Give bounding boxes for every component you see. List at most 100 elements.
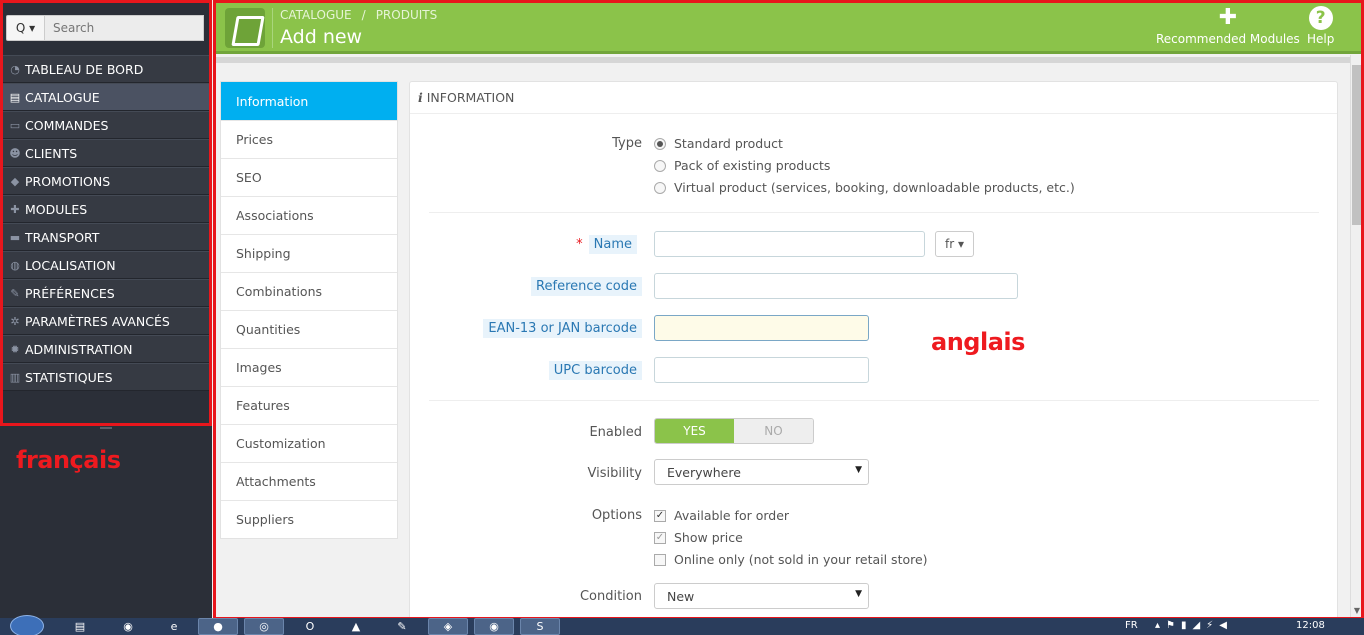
tab-prices[interactable]: Prices xyxy=(221,120,397,158)
sidebar-item-clients[interactable]: ☻ CLIENTS xyxy=(0,139,210,167)
language-select[interactable]: fr ▾ xyxy=(935,231,974,257)
tab-combinations[interactable]: Combinations xyxy=(221,272,397,310)
ie-icon[interactable]: e xyxy=(154,618,194,635)
product-tabs: Information Prices SEO Associations Shipping… xyxy=(220,81,398,539)
reference-code-input[interactable] xyxy=(654,273,1018,299)
credit-card-icon: ▭ xyxy=(9,118,21,132)
tab-suppliers[interactable]: Suppliers xyxy=(221,500,397,538)
panel-heading: i INFORMATION xyxy=(410,82,1337,114)
enabled-toggle[interactable]: YES NO xyxy=(654,418,814,444)
condition-select[interactable]: New ▼ xyxy=(654,583,869,609)
screen: Q ▾ ◔ TABLEAU DE BORD ▤ CATALOGUE ▭ COMMANDES… xyxy=(0,0,1364,635)
enabled-no-button[interactable]: NO xyxy=(734,419,813,443)
sidebar-item-commandes[interactable]: ▭ COMMANDES xyxy=(0,111,210,139)
sidebar-item-transport[interactable]: ▬ TRANSPORT xyxy=(0,223,210,251)
condition-value: New xyxy=(667,588,695,604)
search-bar: Q ▾ xyxy=(6,15,204,41)
scroll-down-icon[interactable]: ▼ xyxy=(1352,606,1362,616)
opera-icon[interactable]: O xyxy=(290,618,330,635)
vlc-icon[interactable]: ▲ xyxy=(336,618,376,635)
breadcrumb-catalogue[interactable]: CATALOGUE xyxy=(280,8,352,22)
option-online-only[interactable]: Online only (not sold in your retail sto… xyxy=(654,552,928,567)
sidebar-item-statistiques[interactable]: ▥ STATISTIQUES xyxy=(0,363,210,391)
chevron-down-icon: ▼ xyxy=(855,465,862,475)
chrome-icon[interactable]: ◎ xyxy=(244,618,284,635)
skype-icon[interactable]: S xyxy=(520,618,560,635)
puzzle-icon: ✚ xyxy=(10,202,20,216)
sidebar-item-promotions[interactable]: ◆ PROMOTIONS xyxy=(0,167,210,195)
app-icon[interactable]: ◈ xyxy=(428,618,468,635)
upc-input[interactable] xyxy=(654,357,869,383)
page-header: CATALOGUE / PRODUITS Add new ✚ Recommend… xyxy=(215,2,1361,54)
recommended-modules-button[interactable]: ✚ Recommended Modules xyxy=(1156,5,1300,47)
search-icon[interactable]: Q ▾ xyxy=(6,15,45,41)
app-icon[interactable]: ◉ xyxy=(474,618,514,635)
sidebar-item-label: CLIENTS xyxy=(25,145,78,161)
upc-label: UPC barcode xyxy=(548,361,642,380)
help-icon: ? xyxy=(1308,6,1333,30)
sidebar-item-localisation[interactable]: ◍ LOCALISATION xyxy=(0,251,210,279)
sidebar-item-label: PARAMÈTRES AVANCÉS xyxy=(25,313,170,329)
tab-associations[interactable]: Associations xyxy=(221,196,397,234)
notepad-icon[interactable]: ✎ xyxy=(382,618,422,635)
sidebar-item-tableau-de-bord[interactable]: ◔ TABLEAU DE BORD xyxy=(0,55,210,83)
cogs-icon: ✲ xyxy=(10,314,20,328)
tray-language[interactable]: FR xyxy=(1125,620,1138,631)
type-option-standard[interactable]: Standard product xyxy=(654,136,783,151)
ean-input[interactable] xyxy=(654,315,869,341)
divider xyxy=(429,400,1319,401)
tray-clock[interactable]: 12:08 xyxy=(1296,620,1325,631)
recommended-modules-label: Recommended Modules xyxy=(1156,32,1300,46)
sidebar-item-catalogue[interactable]: ▤ CATALOGUE xyxy=(0,83,210,111)
option-available-for-order[interactable]: ✓ Available for order xyxy=(654,508,789,523)
enabled-label: Enabled xyxy=(589,425,642,440)
help-button[interactable]: ? Help xyxy=(1307,6,1334,46)
globe-icon: ◍ xyxy=(10,258,20,272)
tab-customization[interactable]: Customization xyxy=(221,424,397,462)
checkbox-available[interactable]: ✓ xyxy=(654,509,666,522)
tab-features[interactable]: Features xyxy=(221,386,397,424)
tags-icon: ◆ xyxy=(10,174,20,188)
checkbox-show-price[interactable]: ✓ xyxy=(654,531,666,544)
start-button[interactable] xyxy=(10,615,44,635)
sidebar-item-administration[interactable]: ✹ ADMINISTRATION xyxy=(0,335,210,363)
sidebar-item-pr-f-rences[interactable]: ✎ PRÉFÉRENCES xyxy=(0,279,210,307)
tab-attachments[interactable]: Attachments xyxy=(221,462,397,500)
option-show-price[interactable]: ✓ Show price xyxy=(654,530,743,545)
sidebar-collapse-handle[interactable] xyxy=(100,427,112,429)
type-option-pack[interactable]: Pack of existing products xyxy=(654,158,830,173)
checkbox-online-only[interactable] xyxy=(654,553,666,566)
radio-virtual[interactable] xyxy=(654,181,666,194)
tray-icons[interactable]: ▴⚑▮◢⚡◀ xyxy=(1155,620,1233,631)
type-option-virtual[interactable]: Virtual product (services, booking, down… xyxy=(654,180,1075,195)
radio-pack[interactable] xyxy=(654,159,666,172)
sidebar-item-label: PROMOTIONS xyxy=(25,173,111,189)
tab-shipping[interactable]: Shipping xyxy=(221,234,397,272)
sidebar-item-modules[interactable]: ✚ MODULES xyxy=(0,195,210,223)
tab-quantities[interactable]: Quantities xyxy=(221,310,397,348)
tab-information[interactable]: Information xyxy=(221,82,397,120)
ean-label: EAN-13 or JAN barcode xyxy=(483,319,642,338)
panel-heading-label: INFORMATION xyxy=(426,90,515,105)
explorer-icon[interactable]: ▤ xyxy=(60,618,100,635)
visibility-select[interactable]: Everywhere ▼ xyxy=(654,459,869,485)
content-top-strip xyxy=(215,57,1361,63)
radio-standard[interactable] xyxy=(654,137,666,150)
media-icon[interactable]: ◉ xyxy=(108,618,148,635)
puzzle-icon: ✚ xyxy=(1218,5,1238,30)
reference-code-label: Reference code xyxy=(531,277,642,296)
page-scrollbar[interactable]: ▼ xyxy=(1350,55,1362,618)
tab-images[interactable]: Images xyxy=(221,348,397,386)
breadcrumb-produits[interactable]: PRODUITS xyxy=(376,8,438,22)
name-input[interactable] xyxy=(654,231,925,257)
type-option-label: Pack of existing products xyxy=(674,158,831,173)
sidebar-item-label: TABLEAU DE BORD xyxy=(25,61,144,77)
enabled-yes-button[interactable]: YES xyxy=(655,419,734,443)
sidebar-item-label: COMMANDES xyxy=(25,117,109,133)
firefox-icon[interactable]: ● xyxy=(198,618,238,635)
sidebar-item-param-tres-avanc-s[interactable]: ✲ PARAMÈTRES AVANCÉS xyxy=(0,307,210,335)
tab-seo[interactable]: SEO xyxy=(221,158,397,196)
search-input[interactable] xyxy=(45,15,204,41)
condition-label: Condition xyxy=(579,589,642,604)
scrollbar-thumb[interactable] xyxy=(1352,65,1362,225)
